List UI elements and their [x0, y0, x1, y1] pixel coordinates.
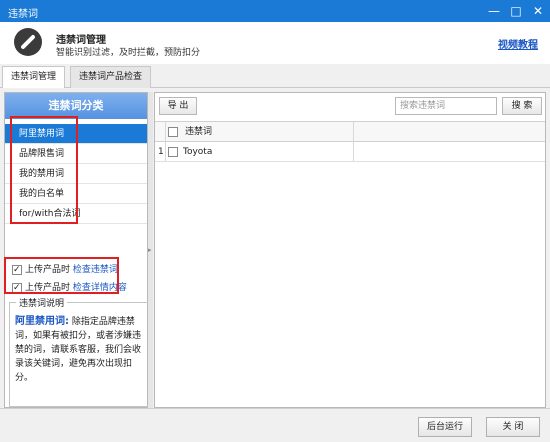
table-row[interactable]: 1 Toyota	[155, 142, 545, 162]
footer-bar: 后台运行 关 闭	[0, 408, 550, 442]
close-window-button[interactable]: ✕	[530, 3, 546, 19]
tab-forbidden-word-management[interactable]: 违禁词管理	[2, 66, 66, 89]
video-tutorial-link[interactable]: 视频教程	[498, 36, 538, 51]
select-all-checkbox[interactable]	[168, 127, 178, 137]
tab-bar: 违禁词管理 违禁词产品检查	[0, 64, 550, 89]
word-list-panel: 导 出 搜索违禁词 搜 索 违禁词 1 Toyota	[154, 92, 546, 408]
window-title: 违禁词	[8, 9, 38, 20]
grid-header: 违禁词	[155, 122, 545, 142]
run-in-background-button[interactable]: 后台运行	[418, 417, 472, 437]
export-button[interactable]: 导 出	[159, 97, 197, 115]
tab-forbidden-word-product-check[interactable]: 违禁词产品检查	[70, 66, 152, 88]
panel-splitter[interactable]: ▸	[148, 92, 153, 408]
column-header-word: 违禁词	[185, 127, 213, 137]
row-word: Toyota	[183, 147, 213, 157]
row-checkbox[interactable]	[168, 147, 178, 157]
search-input[interactable]: 搜索违禁词	[395, 97, 497, 115]
forbidden-icon	[14, 28, 42, 56]
description-title: 违禁词说明	[16, 296, 68, 309]
search-button[interactable]: 搜 索	[502, 97, 542, 115]
row-index: 1	[158, 147, 164, 157]
description-body: 阿里禁用词: 除指定品牌违禁词，如果有被扣分，或者涉嫌违禁的词，请联系客服，我们…	[15, 315, 145, 385]
description-highlight: 阿里禁用词:	[15, 316, 69, 327]
highlight-box	[4, 257, 119, 294]
page-subtitle: 智能识别过滤，及时拦截，预防扣分	[56, 48, 201, 58]
minimize-button[interactable]: —	[486, 3, 502, 19]
highlight-box	[10, 116, 78, 224]
collapse-arrow-icon[interactable]: ▸	[148, 246, 152, 254]
window-titlebar: 违禁词 — □ ✕	[0, 0, 550, 22]
description-group: 违禁词说明 阿里禁用词: 除指定品牌违禁词，如果有被扣分，或者涉嫌违禁的词，请联…	[9, 296, 149, 407]
page-title: 违禁词管理	[56, 35, 106, 46]
maximize-button[interactable]: □	[508, 3, 524, 19]
main-content: 违禁词分类 阿里禁用词 品牌限售词 我的禁用词 我的白名单 for/with合法…	[0, 88, 550, 408]
close-button[interactable]: 关 闭	[486, 417, 540, 437]
page-header: 违禁词管理 智能识别过滤，及时拦截，预防扣分 视频教程	[0, 22, 550, 64]
word-grid: 违禁词 1 Toyota	[155, 121, 545, 407]
